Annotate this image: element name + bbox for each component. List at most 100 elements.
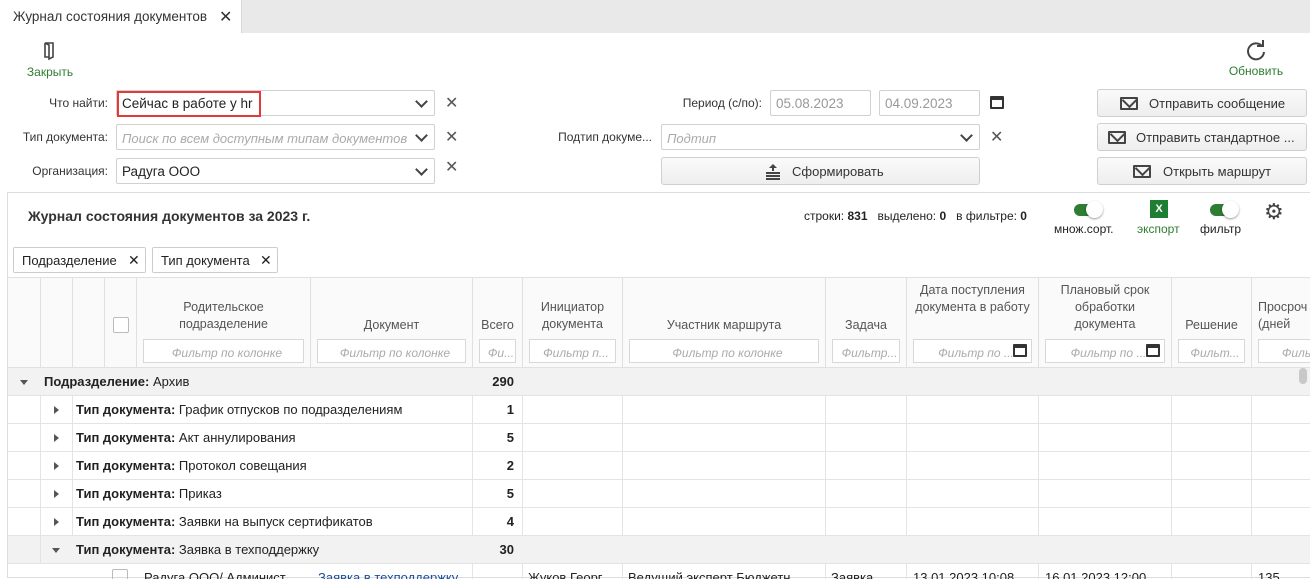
subgroup-count: 1	[506, 402, 514, 417]
collapse-icon[interactable]	[20, 380, 28, 385]
subgroup-value: Акт аннулирования	[178, 430, 296, 445]
grid-stats: строки: 831 выделено: 0 в фильтре: 0	[804, 209, 1027, 223]
what-select[interactable]: Сейчас в работе у hr	[116, 90, 435, 117]
subgroup-row[interactable]: Тип документа: Акт аннулирования 5	[8, 424, 1310, 452]
column-filter-input[interactable]: Фильт	[1258, 339, 1310, 363]
period-from-input[interactable]: 05.08.2023	[770, 90, 871, 116]
header-label: Инициатор документа	[540, 300, 605, 331]
table-row[interactable]: Радуга ООО/ Админист Заявка в техподдерж…	[8, 564, 1310, 579]
header-initiator[interactable]: Инициатор документа Фильтр п...	[522, 278, 622, 368]
column-filter-input[interactable]: Фильтр п...	[529, 339, 616, 363]
envelope-icon	[1108, 131, 1126, 144]
expand-icon[interactable]	[54, 490, 59, 498]
subgroup-label: Тип документа:	[76, 402, 176, 417]
header-document[interactable]: Документ Фильтр по колонке	[310, 278, 472, 368]
tab-title: Журнал состояния документов	[13, 9, 208, 24]
group-chip-doctype[interactable]: Тип документа ✕	[152, 247, 278, 273]
subgroup-row[interactable]: Тип документа: Заявки на выпуск сертифик…	[8, 508, 1310, 536]
refresh-button[interactable]: Обновить	[1224, 40, 1288, 80]
subtype-select[interactable]: Подтип	[661, 124, 980, 150]
clear-org-icon[interactable]: ✕	[445, 157, 458, 177]
send-standard-button[interactable]: Отправить стандартное ...	[1097, 123, 1307, 151]
expand-icon[interactable]	[54, 518, 59, 526]
period-to-input[interactable]: 04.09.2023	[879, 90, 980, 116]
group-value: Архив	[152, 374, 190, 389]
header-overdue[interactable]: Просроч (дней Фильт	[1251, 278, 1310, 368]
subgroup-value: Заявки на выпуск сертификатов	[178, 514, 373, 529]
send-message-button[interactable]: Отправить сообщение	[1097, 89, 1307, 117]
export-label[interactable]: экспорт	[1137, 222, 1180, 236]
subgroup-row[interactable]: Тип документа: График отпусков по подраз…	[8, 396, 1310, 424]
subtype-label: Подтип докуме...	[558, 130, 652, 144]
clear-subtype-icon[interactable]: ✕	[990, 127, 1003, 147]
header-label: Документ	[363, 318, 420, 332]
refresh-label: Обновить	[1228, 64, 1284, 78]
subtype-placeholder: Подтип	[667, 131, 717, 146]
journal-grid-panel: Журнал состояния документов за 2023 г. с…	[7, 192, 1310, 579]
subgroup-label: Тип документа:	[76, 514, 176, 529]
calendar-icon[interactable]	[990, 96, 1004, 109]
chip-label: Подразделение	[22, 253, 117, 268]
subgroup-row[interactable]: Тип документа: Приказ 5	[8, 480, 1310, 508]
column-filter-input[interactable]: Фильтр...	[832, 339, 900, 363]
header-parent-subdivision[interactable]: Родительское подразделение Фильтр по коло…	[136, 278, 310, 368]
column-filter-input[interactable]: Фильтр по колонке	[143, 339, 304, 363]
chip-label: Тип документа	[161, 253, 250, 268]
gear-icon[interactable]: ⚙	[1264, 201, 1284, 223]
grid-title: Журнал состояния документов за 2023 г.	[28, 208, 311, 224]
close-button[interactable]: Закрыть	[20, 40, 80, 80]
header-task[interactable]: Задача Фильтр...	[825, 278, 906, 368]
subgroup-row[interactable]: Тип документа: Заявка в техподдержку 30	[8, 536, 1310, 564]
build-icon	[766, 164, 780, 180]
clear-doctype-icon[interactable]: ✕	[445, 127, 458, 147]
open-route-button[interactable]: Открыть маршрут	[1097, 157, 1307, 185]
column-filter-input[interactable]: Фи...	[479, 339, 516, 363]
collapse-icon[interactable]	[52, 548, 60, 553]
column-filter-input[interactable]: Фильтр по колонке	[629, 339, 819, 363]
header-label: Плановый срок обработки документа	[1060, 283, 1150, 331]
chip-remove-icon[interactable]: ✕	[128, 252, 140, 269]
expand-icon[interactable]	[54, 434, 59, 442]
subgroup-label: Тип документа:	[76, 458, 176, 473]
excel-icon[interactable]: X	[1150, 200, 1168, 218]
close-tab-icon[interactable]: ✕	[219, 7, 232, 27]
select-all-checkbox[interactable]	[113, 317, 129, 333]
column-filter-input[interactable]: Фильтр по колонке	[317, 339, 466, 363]
infilter-label: в фильтре:	[956, 209, 1017, 223]
filter-toggle[interactable]	[1210, 201, 1239, 218]
header-received-date[interactable]: Дата поступления документа в работу Фильт…	[906, 278, 1038, 368]
multisort-toggle[interactable]	[1074, 201, 1103, 218]
header-planned-deadline[interactable]: Плановый срок обработки документа Фильтр …	[1038, 278, 1171, 368]
chip-remove-icon[interactable]: ✕	[260, 252, 272, 269]
subgroup-row[interactable]: Тип документа: Протокол совещания 2	[8, 452, 1310, 480]
column-filter-input[interactable]: Фильт...	[1178, 339, 1245, 363]
tab-journal[interactable]: Журнал состояния документов ✕	[0, 0, 242, 33]
group-row[interactable]: Подразделение: Архив 290	[8, 368, 1310, 396]
header-decision[interactable]: Решение Фильт...	[1171, 278, 1251, 368]
build-label: Сформировать	[792, 164, 884, 179]
vertical-scrollbar[interactable]	[1299, 368, 1307, 384]
calendar-icon[interactable]	[1013, 344, 1027, 357]
header-route-participant[interactable]: Участник маршрута Фильтр по колонке	[622, 278, 825, 368]
send-standard-label: Отправить стандартное ...	[1136, 130, 1295, 145]
grid-body: Подразделение: Архив 290 Тип документа: …	[8, 368, 1310, 579]
subgroup-count: 30	[499, 542, 514, 557]
tab-bar: Журнал состояния документов ✕	[0, 0, 1310, 33]
expand-icon[interactable]	[54, 406, 59, 414]
build-button[interactable]: Сформировать	[661, 157, 980, 185]
expand-icon[interactable]	[54, 462, 59, 470]
chevron-down-icon	[415, 95, 428, 108]
org-label: Организация:	[32, 164, 108, 178]
doctype-placeholder: Поиск по всем доступным типам документов	[122, 131, 407, 146]
subgroup-count: 5	[506, 430, 514, 445]
doctype-select[interactable]: Поиск по всем доступным типам документов	[116, 124, 435, 150]
calendar-icon[interactable]	[1146, 344, 1160, 357]
what-value: Сейчас в работе у hr	[122, 96, 253, 111]
header-total[interactable]: Всего Фи...	[472, 278, 522, 368]
filter-label: фильтр	[1200, 222, 1242, 236]
group-chip-subdivision[interactable]: Подразделение ✕	[13, 247, 146, 273]
org-select[interactable]: Радуга ООО	[116, 158, 435, 184]
clear-what-icon[interactable]: ✕	[445, 93, 458, 113]
send-message-label: Отправить сообщение	[1149, 96, 1286, 111]
org-value: Радуга ООО	[122, 164, 201, 179]
